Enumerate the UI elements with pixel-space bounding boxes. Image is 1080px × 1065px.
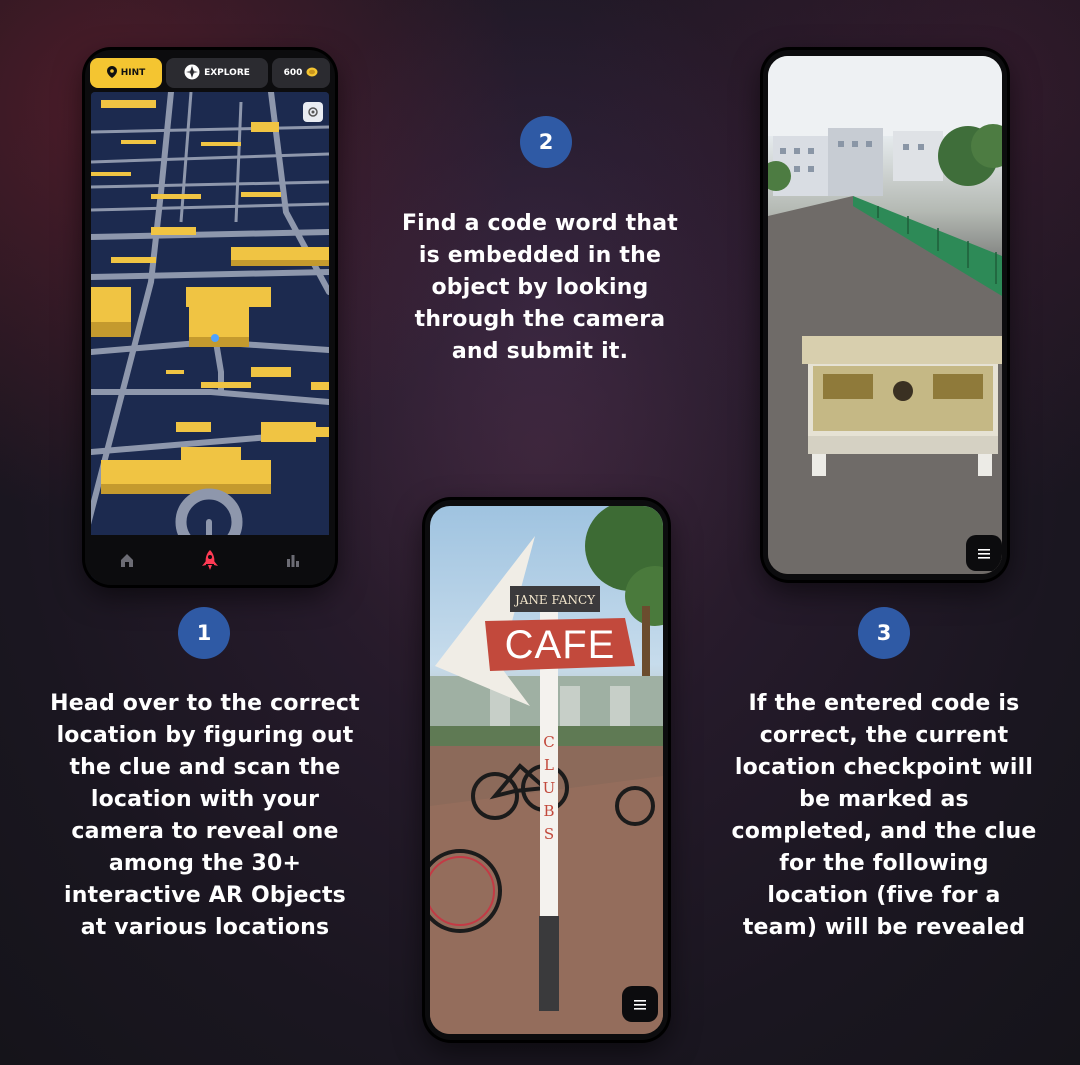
menu-button[interactable] (622, 986, 658, 1022)
coin-count: 600 (283, 68, 303, 78)
step-3-text: If the entered code is correct, the curr… (731, 691, 1037, 940)
map-view[interactable] (91, 92, 329, 580)
map-drawing (91, 92, 329, 580)
menu-icon (978, 544, 990, 563)
location-pin-icon (106, 65, 117, 81)
recenter-icon[interactable] (303, 102, 323, 122)
menu-button[interactable] (966, 535, 1002, 571)
bottom-nav (85, 535, 335, 585)
coin-balance[interactable]: 600 (272, 58, 330, 88)
camera-view-cafe: JANE FANCY CAFE CLUBS (430, 506, 663, 1034)
step-3-number: 3 (876, 621, 892, 645)
camera-view-chest (768, 56, 1002, 574)
jane-fancy-sign: JANE FANCY (514, 593, 596, 607)
phone-map-screen: HINT EXPLORE 600 (85, 50, 335, 585)
explore-button[interactable]: EXPLORE (166, 58, 268, 88)
top-bar: HINT EXPLORE 600 (90, 56, 330, 88)
cafe-sign: CAFE (504, 622, 616, 667)
step-3-badge: 3 (858, 607, 910, 659)
explore-label: EXPLORE (204, 68, 250, 78)
step-2-text: Find a code word that is embedded in the… (401, 211, 679, 364)
step-1-badge: 1 (178, 607, 230, 659)
step-1-number: 1 (196, 621, 212, 645)
compass-icon (184, 64, 200, 83)
step-1-text: Head over to the correct location by fig… (50, 691, 360, 940)
clubs-vertical-text: CLUBS (542, 733, 556, 843)
step-2-number: 2 (538, 130, 554, 154)
coin-icon (306, 67, 318, 80)
rocket-icon[interactable] (198, 548, 222, 572)
home-icon[interactable] (115, 548, 139, 572)
hint-button[interactable]: HINT (90, 58, 162, 88)
phone-ar-cafe-screen: JANE FANCY CAFE CLUBS (425, 500, 668, 1040)
hint-label: HINT (120, 68, 146, 78)
leaderboard-icon[interactable] (281, 548, 305, 572)
menu-icon (634, 995, 646, 1014)
step-2-badge: 2 (520, 116, 572, 168)
phone-ar-chest-screen (763, 50, 1007, 580)
chest-scene (768, 56, 1002, 574)
